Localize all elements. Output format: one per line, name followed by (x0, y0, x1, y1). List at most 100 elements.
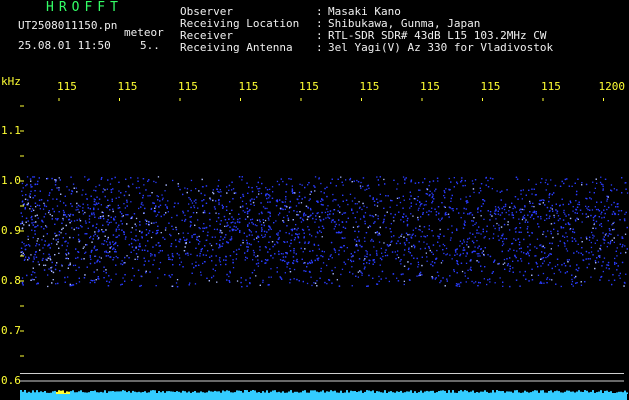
noise-dot (246, 241, 248, 244)
noise-dot (42, 257, 44, 260)
noise-dot (559, 240, 561, 242)
noise-dot (142, 204, 144, 206)
noise-dot (319, 230, 321, 232)
bottom-strip-spike (36, 390, 38, 394)
noise-dot (130, 201, 132, 203)
noise-dot (342, 184, 344, 186)
noise-dot (155, 205, 157, 208)
noise-dot (351, 181, 353, 183)
bottom-strip-spike (462, 391, 464, 394)
noise-dot (204, 211, 206, 214)
bottom-strip-spike (560, 392, 562, 394)
noise-dot (159, 245, 161, 247)
noise-dot (426, 256, 428, 258)
noise-dot (100, 204, 102, 206)
noise-dot (285, 256, 287, 258)
noise-dot (233, 229, 235, 231)
noise-dot (557, 233, 559, 235)
noise-dot (280, 207, 283, 210)
noise-dot (592, 227, 594, 229)
noise-dot (428, 225, 430, 227)
noise-dot (255, 263, 258, 265)
noise-dot (395, 258, 397, 260)
noise-dot (320, 200, 322, 202)
noise-dot (504, 262, 506, 264)
noise-dot (263, 224, 265, 227)
noise-dot (260, 202, 262, 204)
noise-dot (95, 190, 97, 192)
noise-dot (595, 208, 598, 211)
noise-dot (535, 213, 537, 215)
noise-dot (471, 240, 474, 242)
noise-dot (437, 275, 440, 277)
bottom-strip-spike (172, 391, 174, 394)
bottom-strip-spike (542, 390, 544, 394)
noise-dot (28, 195, 31, 197)
noise-dot (571, 240, 574, 242)
noise-dot (592, 181, 594, 183)
bottom-strip-spike (192, 391, 194, 394)
noise-dot (95, 227, 97, 229)
bottom-strip-spike (138, 391, 140, 394)
noise-dot (52, 238, 55, 240)
noise-dot (601, 225, 603, 228)
noise-dot (21, 281, 24, 284)
noise-dot (625, 182, 627, 184)
noise-dot (326, 195, 328, 198)
noise-dot (551, 204, 553, 207)
noise-dot (127, 214, 129, 216)
noise-dot (59, 179, 61, 181)
noise-dot (184, 214, 186, 216)
bottom-strip-spike (306, 392, 308, 394)
noise-dot (323, 251, 325, 253)
noise-dot (546, 282, 548, 284)
noise-dot (66, 186, 68, 188)
noise-dot (602, 270, 604, 273)
noise-dot (529, 249, 531, 251)
noise-dot (97, 276, 99, 278)
noise-dot (59, 200, 61, 202)
noise-dot (209, 218, 211, 221)
noise-dot (585, 216, 588, 218)
noise-dot (480, 233, 482, 235)
bottom-strip-spike (140, 392, 142, 394)
noise-dot (302, 280, 304, 283)
noise-dot (316, 285, 318, 287)
noise-dot (124, 207, 126, 209)
noise-dot (568, 223, 570, 225)
noise-dot (94, 233, 96, 235)
noise-dot (162, 236, 164, 239)
noise-dot (513, 205, 516, 207)
noise-dot (398, 211, 400, 213)
noise-dot (159, 261, 162, 264)
noise-dot (435, 188, 437, 190)
noise-dot (96, 203, 98, 205)
noise-dot (57, 241, 59, 243)
noise-dot (291, 188, 293, 190)
noise-dot (202, 254, 205, 256)
noise-dot (419, 248, 422, 250)
noise-dot (139, 224, 141, 226)
noise-dot (269, 195, 271, 197)
bottom-strip-spike (250, 390, 252, 394)
bottom-strip-spike (162, 391, 164, 394)
noise-dot (264, 219, 267, 222)
noise-dot (82, 203, 84, 205)
noise-dot (393, 179, 395, 181)
noise-dot (544, 181, 547, 184)
bottom-strip-spike (518, 392, 520, 394)
noise-dot (257, 255, 259, 257)
noise-dot (235, 249, 238, 251)
noise-dot (413, 247, 416, 249)
noise-dot (421, 256, 423, 258)
bottom-strip-spike (32, 390, 34, 394)
noise-dot (619, 219, 621, 221)
noise-dot (337, 232, 339, 234)
noise-dot (205, 226, 208, 229)
noise-dot (541, 178, 543, 180)
noise-dot (429, 190, 431, 192)
noise-dot (608, 233, 611, 235)
noise-dot (206, 234, 209, 237)
noise-dot (235, 226, 237, 228)
noise-dot (582, 259, 584, 261)
